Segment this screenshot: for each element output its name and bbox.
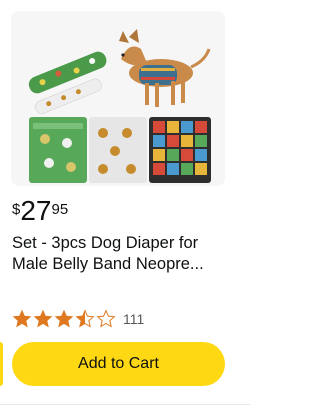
adjacent-card-button-edge <box>0 342 3 386</box>
divider <box>0 404 250 405</box>
product-title-line1[interactable]: Set - 3pcs Dog Diaper for <box>12 233 234 254</box>
product-rating[interactable]: 111 <box>12 308 144 330</box>
add-to-cart-button[interactable]: Add to Cart <box>12 342 225 386</box>
price-currency: $ <box>12 201 21 218</box>
star-full-icon <box>12 309 32 328</box>
product-image[interactable] <box>11 11 225 186</box>
product-price: $ 27 95 <box>12 197 68 229</box>
product-title[interactable]: Set - 3pcs Dog Diaper for Male Belly Ban… <box>12 233 234 275</box>
rating-count[interactable]: 111 <box>123 311 144 327</box>
star-half-icon <box>75 309 95 328</box>
price-whole: 27 <box>20 195 52 226</box>
star-full-icon <box>54 309 74 328</box>
product-title-line2[interactable]: Male Belly Band Neopre... <box>12 254 234 275</box>
star-rating[interactable] <box>12 309 117 329</box>
price-fraction: 95 <box>51 201 69 218</box>
star-full-icon <box>33 309 53 328</box>
product-card[interactable]: $ 27 95 Set - 3pcs Dog Diaper for Male B… <box>0 0 250 415</box>
star-empty-icon <box>96 309 116 328</box>
product-photo-illustration <box>28 29 211 183</box>
